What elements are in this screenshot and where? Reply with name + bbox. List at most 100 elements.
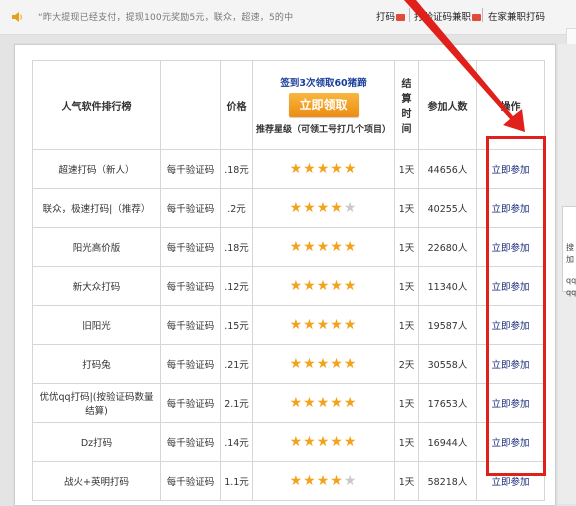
star-icon: ★ xyxy=(330,473,344,489)
mail-icon xyxy=(396,14,406,21)
unit-label: 每千验证码 xyxy=(166,204,215,215)
star-icon: ★ xyxy=(330,356,344,372)
star-icon: ★ xyxy=(289,395,304,411)
star-rating: ★★★★★ xyxy=(290,161,358,177)
star-rating: ★★★★★ xyxy=(290,434,358,450)
star-icon: ★ xyxy=(343,356,358,372)
unit-label: 每千验证码 xyxy=(166,321,215,332)
participant-count: 19587人 xyxy=(427,321,468,332)
join-link[interactable]: 立即参加 xyxy=(491,399,529,410)
join-link[interactable]: 立即参加 xyxy=(491,321,529,332)
side-text: 加 xyxy=(566,255,574,264)
rating-header: 推荐星级（可领工号打几个项目） xyxy=(255,125,391,135)
star-icon: ★ xyxy=(289,434,304,450)
header-settle: 结算时间 xyxy=(394,60,419,150)
star-icon: ★ xyxy=(289,239,304,255)
star-icon: ★ xyxy=(316,317,331,333)
settle-time: 1天 xyxy=(398,399,415,410)
price: 2.1元 xyxy=(224,399,249,410)
star-rating: ★★★★★ xyxy=(290,278,358,294)
settle-time: 2天 xyxy=(398,360,415,371)
top-link-captcha-job[interactable]: 打验证码兼职 xyxy=(414,9,482,23)
join-link[interactable]: 立即参加 xyxy=(491,204,529,215)
table-row: 优优qq打码|(按验证码数量结算) 每千验证码 2.1元 ★★★★★ 1天 17653人立… xyxy=(32,383,545,423)
star-icon: ★ xyxy=(289,278,304,294)
unit-label: 每千验证码 xyxy=(166,477,215,488)
unit-label: 每千验证码 xyxy=(166,399,215,410)
star-icon: ★ xyxy=(316,239,331,255)
software-name: 超速打码（新人） xyxy=(58,165,135,176)
star-icon: ★ xyxy=(316,356,331,372)
star-icon: ★ xyxy=(316,395,331,411)
software-name: 旧阳光 xyxy=(82,321,111,332)
software-name: 打码兔 xyxy=(82,360,111,371)
settle-time: 1天 xyxy=(398,477,415,488)
participant-count: 30558人 xyxy=(427,360,468,371)
table-row: Dz打码 每千验证码 .14元 ★★★★★ 1天 16944人 立即参加 xyxy=(32,422,545,462)
join-link[interactable]: 立即参加 xyxy=(491,282,529,293)
participant-count: 44656人 xyxy=(427,165,468,176)
star-icon: ★ xyxy=(303,356,317,372)
star-icon: ★ xyxy=(330,434,344,450)
settle-time: 1天 xyxy=(398,282,415,293)
join-link[interactable]: 立即参加 xyxy=(491,243,529,254)
star-icon: ★ xyxy=(303,239,317,255)
star-icon: ★ xyxy=(330,278,344,294)
price: .12元 xyxy=(224,282,249,293)
participant-count: 22680人 xyxy=(427,243,468,254)
star-icon: ★ xyxy=(289,317,304,333)
claim-button[interactable]: 立即领取 xyxy=(288,93,359,117)
star-icon: ★ xyxy=(303,278,317,294)
join-link[interactable]: 立即参加 xyxy=(491,165,529,176)
star-icon: ★ xyxy=(289,200,304,216)
header-people: 参加人数 xyxy=(418,60,477,150)
star-icon: ★ xyxy=(316,473,331,489)
table-row: 战火+英明打码 每千验证码 1.1元 ★★★★★ 1天 58218人 立即参加 xyxy=(32,461,545,501)
settle-time: 1天 xyxy=(398,165,415,176)
table-row: 联众，极速打码|（推荐） 每千验证码 .2元 ★★★★★ 1天 40255人 立即参加 xyxy=(32,188,545,228)
join-link[interactable]: 立即参加 xyxy=(491,360,529,371)
header-name: 人气软件排行榜 xyxy=(32,60,161,150)
participant-count: 58218人 xyxy=(427,477,468,488)
software-name: Dz打码 xyxy=(80,438,113,449)
star-icon: ★ xyxy=(303,200,317,216)
star-icon: ★ xyxy=(330,161,344,177)
join-link[interactable]: 立即参加 xyxy=(491,477,529,488)
table-header-row: 人气软件排行榜 价格 签到3次领取60猪蹄 立即领取 推荐星级（可领工号打几个项… xyxy=(32,60,545,150)
settle-time: 1天 xyxy=(398,438,415,449)
price: .18元 xyxy=(224,165,249,176)
star-rating: ★★★★★ xyxy=(290,239,358,255)
star-rating: ★★★★★ xyxy=(290,395,358,411)
price: .14元 xyxy=(224,438,249,449)
price: .15元 xyxy=(224,321,249,332)
star-icon: ★ xyxy=(343,161,358,177)
star-icon: ★ xyxy=(303,434,317,450)
star-rating: ★★★★★ xyxy=(290,356,358,372)
star-icon: ★ xyxy=(343,473,358,489)
unit-label: 每千验证码 xyxy=(166,360,215,371)
star-icon: ★ xyxy=(343,278,358,294)
top-link-dama[interactable]: 打码 xyxy=(376,9,406,23)
star-icon: ★ xyxy=(289,356,304,372)
star-icon: ★ xyxy=(343,239,358,255)
price: 1.1元 xyxy=(224,477,249,488)
software-name: 战火+英明打码 xyxy=(64,477,129,488)
star-icon: ★ xyxy=(316,278,331,294)
speaker-icon xyxy=(12,12,22,22)
star-icon: ★ xyxy=(316,434,331,450)
software-name: 新大众打码 xyxy=(72,282,121,293)
settle-time: 1天 xyxy=(398,321,415,332)
header-unit xyxy=(160,60,221,150)
star-rating: ★★★★★ xyxy=(290,317,358,333)
participant-count: 16944人 xyxy=(427,438,468,449)
top-bar: “昨大提现已经支付，提现100元奖励5元，联众，超速，5的中 打码 打验证码兼职… xyxy=(0,0,576,35)
join-link[interactable]: 立即参加 xyxy=(491,438,529,449)
software-name: 优优qq打码|(按验证码数量结算) xyxy=(39,392,154,417)
side-text: 搜 xyxy=(566,243,574,252)
ranking-table: 人气软件排行榜 价格 签到3次领取60猪蹄 立即领取 推荐星级（可领工号打几个项… xyxy=(32,60,545,501)
top-link-home-job[interactable]: 在家兼职打码 xyxy=(488,9,545,23)
unit-label: 每千验证码 xyxy=(166,438,215,449)
divider xyxy=(482,8,483,22)
participant-count: 40255人 xyxy=(427,204,468,215)
star-icon: ★ xyxy=(330,200,344,216)
